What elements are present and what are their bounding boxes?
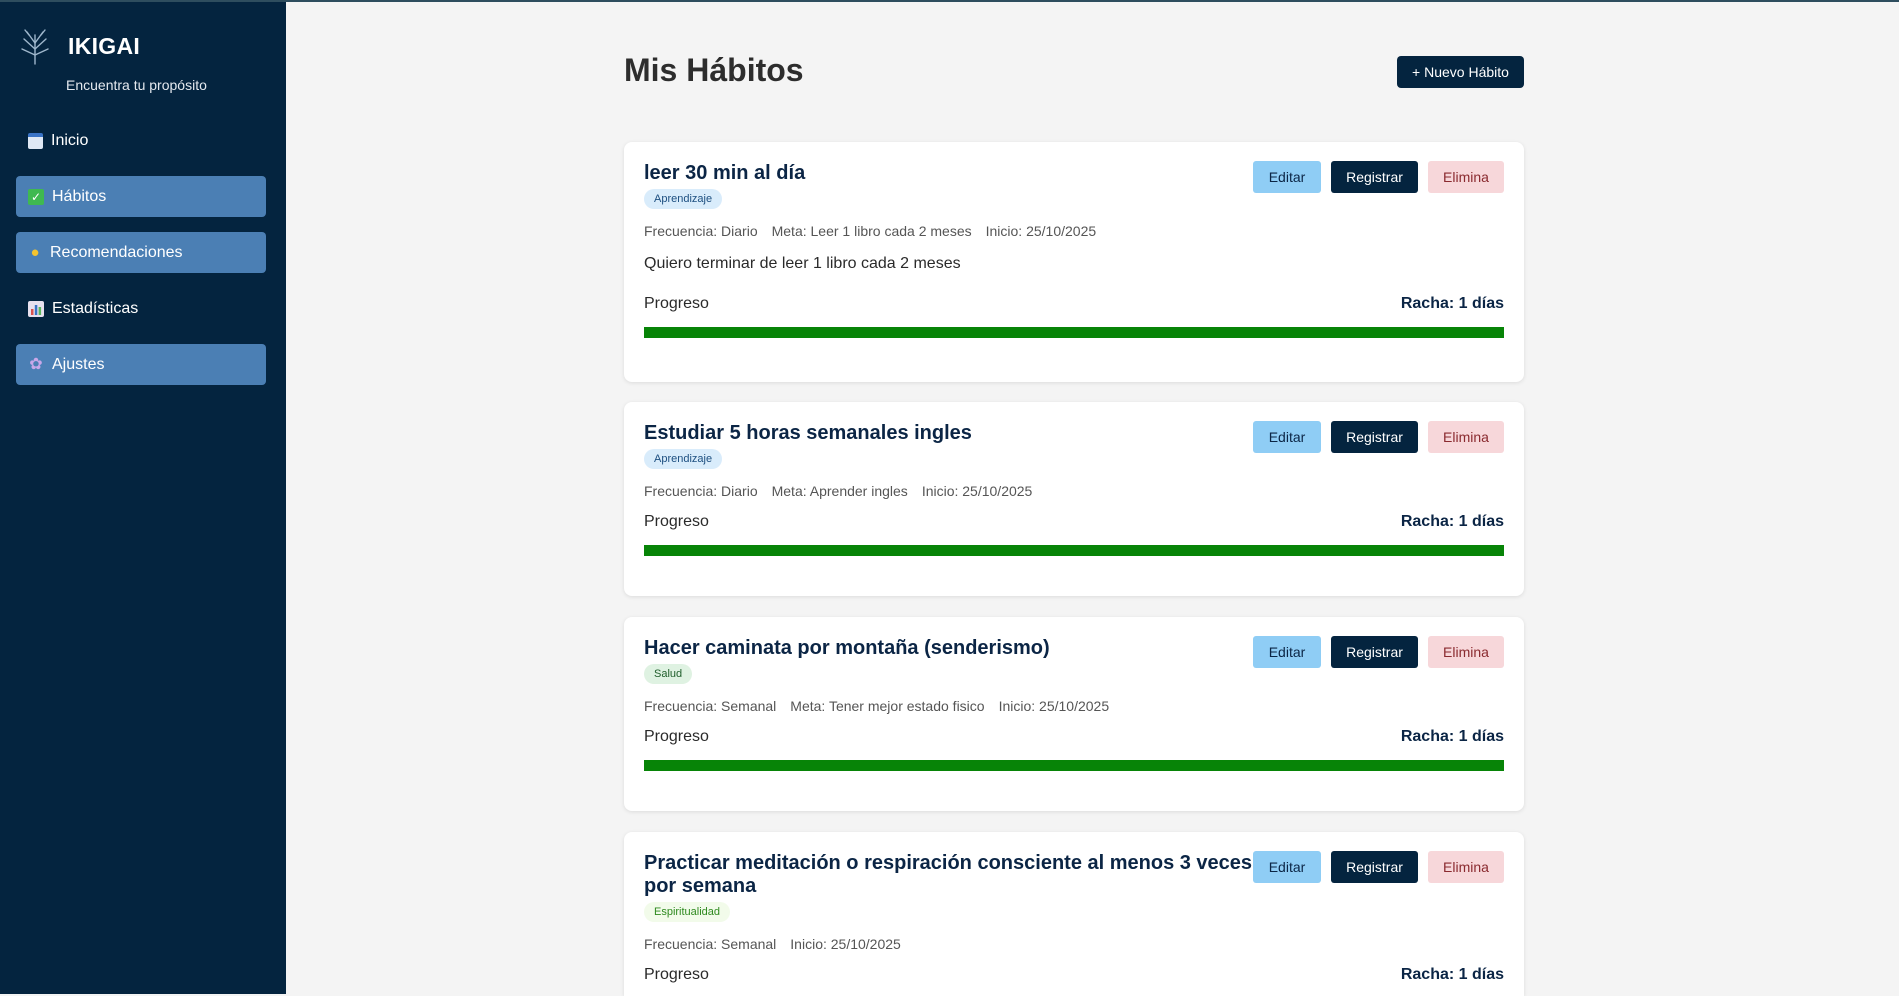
habit-start: Inicio: 25/10/2025 bbox=[790, 936, 901, 952]
sidebar: IKIGAI Encuentra tu propósito Inicio ✓ H… bbox=[0, 2, 286, 994]
chart-icon-bars bbox=[31, 304, 42, 315]
progress-bar-fill bbox=[644, 327, 1504, 338]
category-badge: Aprendizaje bbox=[644, 449, 723, 469]
habit-frequency: Frecuencia: Diario bbox=[644, 223, 758, 239]
habit-meta: Frecuencia: Diario Meta: Aprender ingles… bbox=[644, 483, 1504, 499]
category-badge: Aprendizaje bbox=[644, 189, 723, 209]
habit-meta: Frecuencia: Semanal Inicio: 25/10/2025 bbox=[644, 936, 1504, 952]
progress-bar bbox=[644, 327, 1504, 338]
habit-title: Estudiar 5 horas semanales ingles bbox=[644, 422, 972, 444]
habit-title: Hacer caminata por montaña (senderismo) bbox=[644, 637, 1050, 659]
progress-row: Progreso Racha: 1 días bbox=[644, 295, 1504, 313]
check-icon: ✓ bbox=[28, 188, 44, 205]
edit-button[interactable]: Editar bbox=[1253, 161, 1321, 193]
habit-card: Hacer caminata por montaña (senderismo) … bbox=[624, 617, 1524, 811]
streak-label: Racha: 1 días bbox=[1400, 966, 1504, 983]
tree-logo-icon bbox=[21, 29, 49, 65]
register-button[interactable]: Registrar bbox=[1331, 161, 1418, 193]
habit-goal: Meta: Aprender ingles bbox=[771, 483, 908, 499]
gear-icon: ✿ bbox=[29, 355, 43, 373]
habit-card: leer 30 min al día Editar Registrar Elim… bbox=[624, 142, 1524, 382]
edit-button[interactable]: Editar bbox=[1253, 421, 1321, 453]
delete-button[interactable]: Elimina bbox=[1428, 161, 1504, 193]
chart-icon bbox=[28, 300, 44, 317]
progress-bar-fill bbox=[644, 545, 1504, 556]
sidebar-item-inicio[interactable]: Inicio bbox=[16, 120, 266, 161]
register-button[interactable]: Registrar bbox=[1331, 851, 1418, 883]
habit-card: Practicar meditación o respiración consc… bbox=[624, 832, 1524, 996]
page-title: Mis Hábitos bbox=[624, 52, 804, 88]
edit-button[interactable]: Editar bbox=[1253, 851, 1321, 883]
progress-label: Progreso bbox=[644, 295, 709, 312]
calendar-icon bbox=[28, 132, 43, 149]
habit-start: Inicio: 25/10/2025 bbox=[921, 483, 1033, 499]
streak-label: Racha: 1 días bbox=[1400, 513, 1504, 530]
lightbulb-icon: ● bbox=[30, 243, 40, 261]
progress-row: Progreso Racha: 1 días bbox=[644, 513, 1504, 531]
main-content: Mis Hábitos + Nuevo Hábito leer 30 min a… bbox=[286, 2, 1899, 996]
register-button[interactable]: Registrar bbox=[1331, 636, 1418, 668]
habit-frequency: Frecuencia: Semanal bbox=[644, 936, 777, 952]
habit-title: leer 30 min al día bbox=[644, 162, 806, 184]
sidebar-item-estadisticas[interactable]: Estadísticas bbox=[16, 288, 266, 329]
brand-subtitle: Encuentra tu propósito bbox=[66, 77, 207, 93]
habit-card-header: Estudiar 5 horas semanales ingles Editar… bbox=[644, 421, 1504, 453]
habit-card-header: leer 30 min al día Editar Registrar Elim… bbox=[644, 161, 1504, 193]
habit-meta: Frecuencia: Diario Meta: Leer 1 libro ca… bbox=[644, 223, 1504, 239]
habit-description: Quiero terminar de leer 1 libro cada 2 m… bbox=[644, 255, 961, 272]
category-badge: Espiritualidad bbox=[644, 902, 731, 922]
habit-meta: Frecuencia: Semanal Meta: Tener mejor es… bbox=[644, 698, 1504, 714]
habit-title: Practicar meditación o respiración consc… bbox=[644, 852, 1253, 897]
progress-bar bbox=[644, 545, 1504, 556]
delete-button[interactable]: Elimina bbox=[1428, 421, 1504, 453]
register-button[interactable]: Registrar bbox=[1331, 421, 1418, 453]
habit-actions: Editar Registrar Elimina bbox=[1243, 421, 1504, 453]
new-habit-button[interactable]: + Nuevo Hábito bbox=[1397, 56, 1524, 88]
sidebar-item-ajustes[interactable]: ✿ Ajustes bbox=[16, 344, 266, 385]
streak-label: Racha: 1 días bbox=[1400, 295, 1504, 312]
habit-actions: Editar Registrar Elimina bbox=[1243, 851, 1504, 883]
habit-card-header: Practicar meditación o respiración consc… bbox=[644, 851, 1504, 898]
habit-frequency: Frecuencia: Semanal bbox=[644, 698, 777, 714]
progress-label: Progreso bbox=[644, 513, 709, 530]
sidebar-item-recomendaciones[interactable]: ● Recomendaciones bbox=[16, 232, 266, 273]
sidebar-item-label: Inicio bbox=[51, 131, 89, 149]
progress-row: Progreso Racha: 1 días bbox=[644, 728, 1504, 746]
edit-button[interactable]: Editar bbox=[1253, 636, 1321, 668]
habit-goal: Meta: Leer 1 libro cada 2 meses bbox=[771, 223, 972, 239]
sidebar-item-habitos[interactable]: ✓ Hábitos bbox=[16, 176, 266, 217]
sidebar-item-label: Estadísticas bbox=[52, 299, 139, 317]
brand-title: IKIGAI bbox=[68, 32, 141, 59]
habit-start: Inicio: 25/10/2025 bbox=[985, 223, 1097, 239]
progress-label: Progreso bbox=[644, 966, 709, 983]
brand: IKIGAI bbox=[18, 26, 140, 66]
progress-bar bbox=[644, 760, 1504, 771]
habit-goal: Meta: Tener mejor estado fisico bbox=[790, 698, 985, 714]
progress-bar-fill bbox=[644, 760, 1504, 771]
sidebar-item-label: Hábitos bbox=[52, 187, 107, 205]
category-badge: Salud bbox=[644, 664, 693, 684]
habit-actions: Editar Registrar Elimina bbox=[1243, 161, 1504, 193]
delete-button[interactable]: Elimina bbox=[1428, 851, 1504, 883]
habit-frequency: Frecuencia: Diario bbox=[644, 483, 758, 499]
progress-label: Progreso bbox=[644, 728, 709, 745]
progress-row: Progreso Racha: 1 días bbox=[644, 966, 1504, 984]
streak-label: Racha: 1 días bbox=[1400, 728, 1504, 745]
delete-button[interactable]: Elimina bbox=[1428, 636, 1504, 668]
habit-card-header: Hacer caminata por montaña (senderismo) … bbox=[644, 636, 1504, 668]
habit-card: Estudiar 5 horas semanales ingles Editar… bbox=[624, 402, 1524, 596]
sidebar-item-label: Ajustes bbox=[52, 355, 105, 373]
sidebar-nav: Inicio ✓ Hábitos ● Recomendaciones Estad… bbox=[16, 120, 266, 400]
habit-start: Inicio: 25/10/2025 bbox=[998, 698, 1110, 714]
sidebar-item-label: Recomendaciones bbox=[50, 243, 183, 261]
habit-actions: Editar Registrar Elimina bbox=[1243, 636, 1504, 668]
